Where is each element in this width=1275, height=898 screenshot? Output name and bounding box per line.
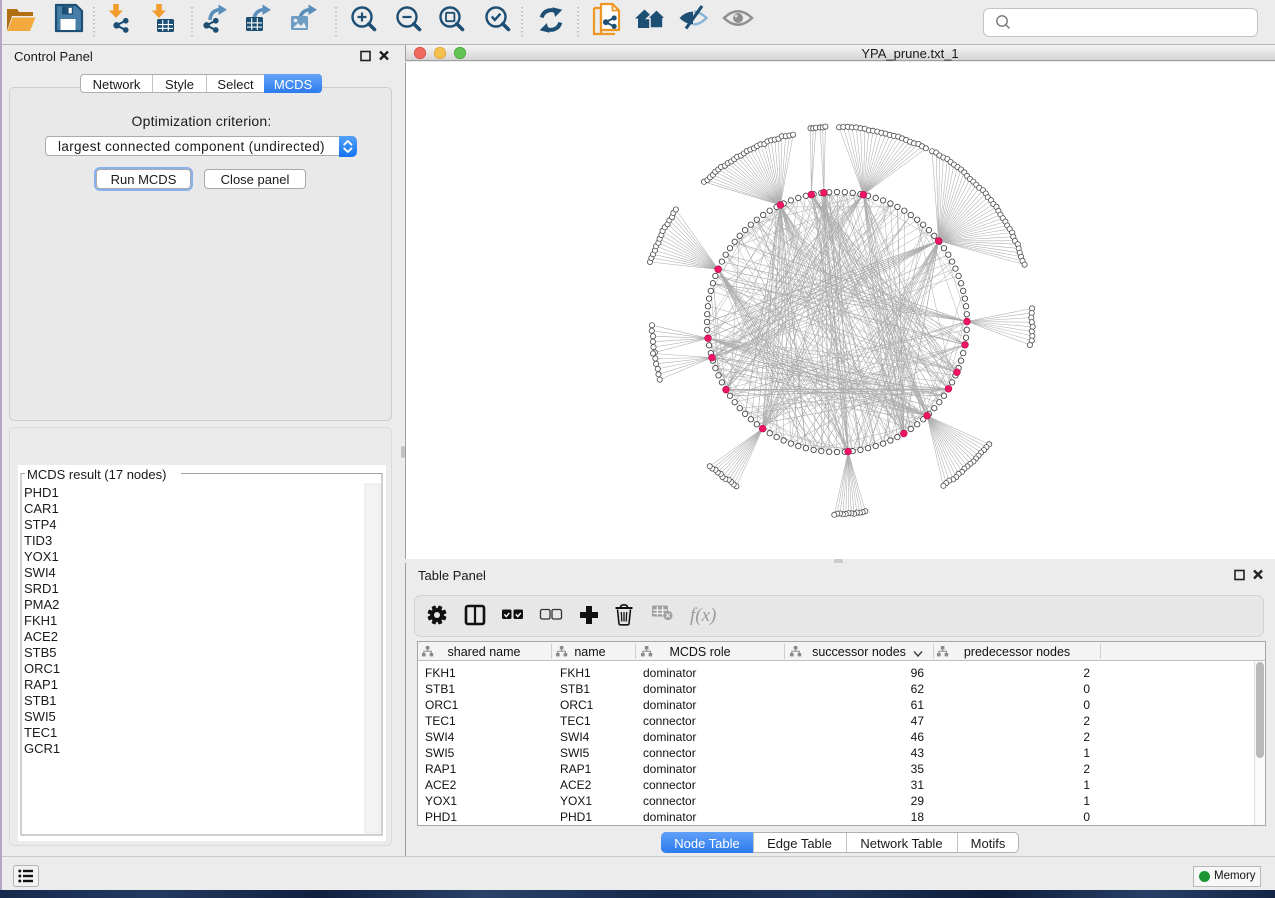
svg-text:f(x): f(x) [690,605,716,626]
